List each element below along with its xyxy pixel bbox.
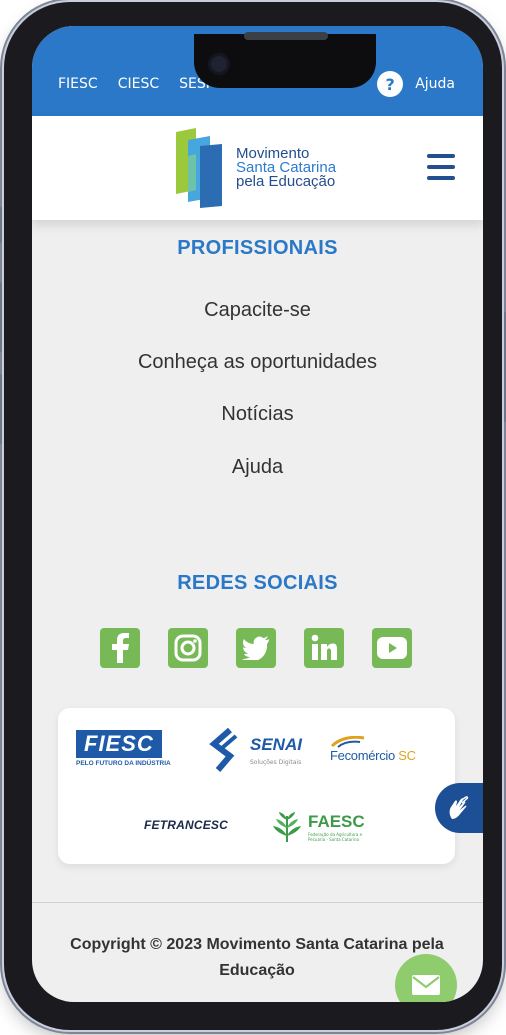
topbar-link-ciesc[interactable]: CIESC xyxy=(118,76,159,92)
fiesc-tagline: PELO FUTURO DA INDÚSTRIA xyxy=(76,760,171,767)
senai-logo-text: SENAI xyxy=(250,734,302,754)
fiesc-logo[interactable]: FIESC PELO FUTURO DA INDÚSTRIA xyxy=(76,730,171,767)
speaker-grille xyxy=(244,32,328,40)
volume-down-button xyxy=(0,374,2,444)
logo-mark-icon xyxy=(176,128,222,208)
link-ajuda[interactable]: Ajuda xyxy=(32,456,483,479)
senai-mark-icon xyxy=(209,727,238,772)
copyright-text: Copyright © 2023 Movimento Santa Catarin… xyxy=(70,936,444,979)
faesc-wheat-icon xyxy=(273,812,301,842)
mute-switch xyxy=(0,207,2,243)
partner-logos-card: FIESC PELO FUTURO DA INDÚSTRIA SENAI Sol… xyxy=(58,708,455,864)
accessibility-libras-button[interactable] xyxy=(435,783,483,833)
help-icon: ? xyxy=(377,71,404,97)
topbar-link-fiesc[interactable]: FIESC xyxy=(58,76,98,92)
footer-divider xyxy=(32,902,483,903)
sign-language-hands-icon xyxy=(449,796,469,819)
fecomercio-logo[interactable]: Fecomércio SC xyxy=(330,736,416,763)
profissionais-title: PROFISSIONAIS xyxy=(177,237,338,259)
social-icons xyxy=(100,628,412,668)
link-noticias[interactable]: Notícias xyxy=(32,403,483,426)
faesc-subtitle: Federação da Agricultura e Pecuária - Sa… xyxy=(308,832,363,842)
volume-up-button xyxy=(0,282,2,352)
redes-sociais-title: REDES SOCIAIS xyxy=(177,572,338,594)
link-capacite-se[interactable]: Capacite-se xyxy=(32,299,483,322)
facebook-icon[interactable] xyxy=(100,628,140,668)
mail-icon xyxy=(412,975,440,995)
fecomercio-swoosh-icon xyxy=(330,736,365,748)
senai-subtitle: Soluções Digitais xyxy=(250,758,302,766)
linkedin-icon[interactable] xyxy=(304,628,344,668)
phone-notch xyxy=(194,32,376,88)
site-logo[interactable]: Movimento Santa Catarina pela Educação xyxy=(172,126,336,210)
hamburger-menu-icon[interactable] xyxy=(427,154,455,180)
link-conheca-oportunidades[interactable]: Conheça as oportunidades xyxy=(32,351,483,374)
fiesc-logo-text: FIESC xyxy=(76,730,162,758)
youtube-icon[interactable] xyxy=(372,628,412,668)
faesc-logo[interactable]: FAESC Federação da Agricultura e Pecuári… xyxy=(270,810,368,844)
fetrancesc-logo[interactable]: FETRANCESC xyxy=(144,818,228,832)
fecomercio-logo-text: Fecomércio xyxy=(330,748,395,763)
senai-logo[interactable]: SENAI Soluções Digitais xyxy=(204,726,302,774)
instagram-icon[interactable] xyxy=(168,628,208,668)
camera-icon xyxy=(208,53,230,75)
faesc-logo-text: FAESC xyxy=(308,812,365,831)
logo-line-3: pela Educação xyxy=(236,173,336,190)
help-link[interactable]: ? Ajuda xyxy=(377,71,455,97)
fecomercio-suffix: SC xyxy=(398,748,416,763)
phone-frame: FIESC CIESC SESI SENAI IEL ? Ajuda xyxy=(0,2,506,1030)
twitter-icon[interactable] xyxy=(236,628,276,668)
logo-wordmark: Movimento Santa Catarina pela Educação xyxy=(236,146,336,190)
site-header: Movimento Santa Catarina pela Educação xyxy=(32,116,483,220)
fetrancesc-logo-text: FETRANCESC xyxy=(144,818,229,832)
help-label: Ajuda xyxy=(415,76,455,92)
phone-screen: FIESC CIESC SESI SENAI IEL ? Ajuda xyxy=(32,26,483,1002)
